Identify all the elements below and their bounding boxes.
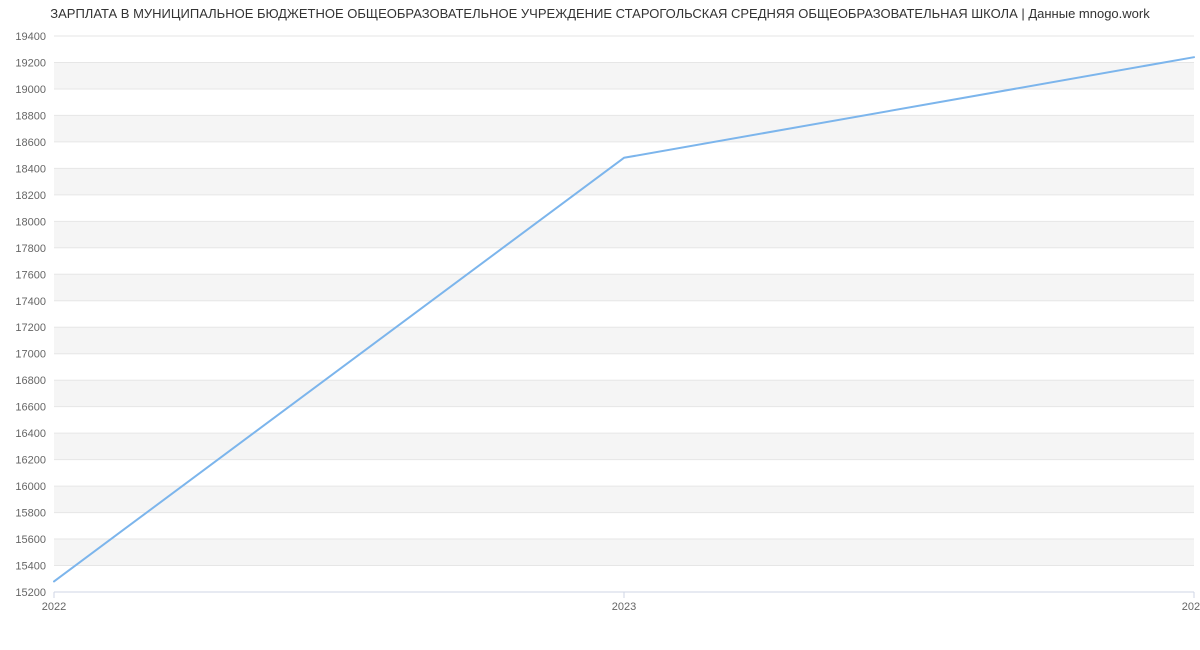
y-tick-label: 15600 xyxy=(15,534,46,546)
y-tick-label: 15800 xyxy=(15,508,46,520)
chart-svg: 15200 15400 15600 15800 16000 16200 16400 16600… xyxy=(0,24,1200,624)
y-tick-label: 18000 xyxy=(15,216,46,228)
grid-band xyxy=(54,433,1194,459)
y-tick-label: 18200 xyxy=(15,190,46,202)
y-tick-label: 17400 xyxy=(15,296,46,308)
y-tick-label: 16000 xyxy=(15,481,46,493)
y-tick-label: 16200 xyxy=(15,455,46,467)
chart-area: 15200 15400 15600 15800 16000 16200 16400 16600… xyxy=(0,24,1200,624)
y-tick-label: 18800 xyxy=(15,110,46,122)
grid-band xyxy=(54,168,1194,194)
y-tick-label: 16400 xyxy=(15,428,46,440)
grid-band xyxy=(54,327,1194,353)
grid-band xyxy=(54,380,1194,406)
x-tick-label: 2022 xyxy=(42,601,66,613)
y-tick-label: 17800 xyxy=(15,243,46,255)
x-tick-label: 2023 xyxy=(612,601,636,613)
grid-band xyxy=(54,539,1194,565)
y-tick-label: 15400 xyxy=(15,561,46,573)
y-tick-label: 17000 xyxy=(15,349,46,361)
y-tick-label: 19200 xyxy=(15,57,46,69)
x-tick-label: 2024 xyxy=(1182,601,1200,613)
grid-band xyxy=(54,221,1194,247)
grid-band xyxy=(54,62,1194,88)
y-tick-label: 15200 xyxy=(15,587,46,599)
y-tick-label: 16800 xyxy=(15,375,46,387)
y-tick-label: 19400 xyxy=(15,31,46,43)
grid-band xyxy=(54,274,1194,300)
y-tick-label: 19000 xyxy=(15,84,46,96)
y-tick-label: 17200 xyxy=(15,322,46,334)
grid-band xyxy=(54,486,1194,512)
y-tick-label: 16600 xyxy=(15,402,46,414)
y-tick-label: 18400 xyxy=(15,163,46,175)
y-tick-label: 17600 xyxy=(15,269,46,281)
grid-band xyxy=(54,115,1194,141)
chart-title: ЗАРПЛАТА В МУНИЦИПАЛЬНОЕ БЮДЖЕТНОЕ ОБЩЕО… xyxy=(0,6,1200,21)
y-tick-label: 18600 xyxy=(15,137,46,149)
